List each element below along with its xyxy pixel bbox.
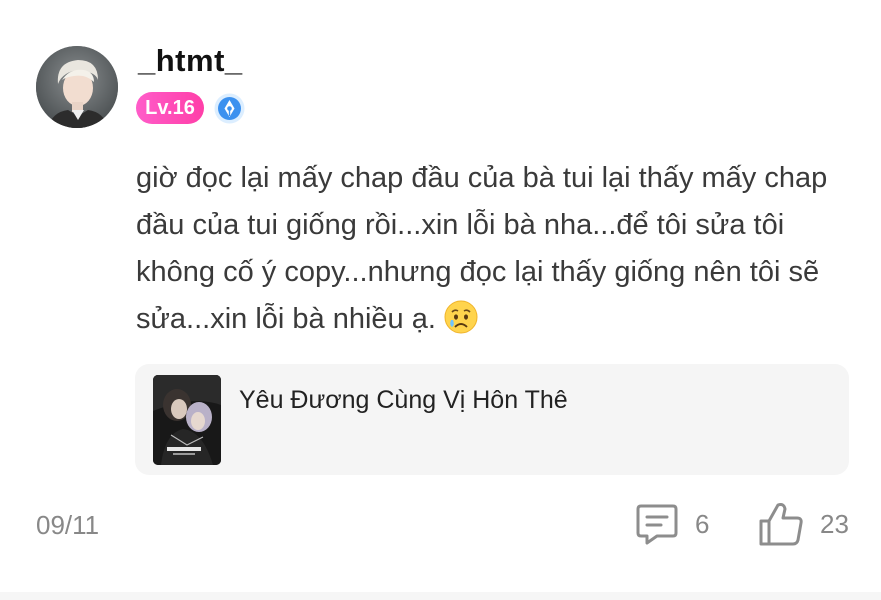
thumbs-up-icon bbox=[756, 499, 806, 549]
comment-icon bbox=[633, 500, 681, 548]
book-title[interactable]: Yêu Đương Cùng Vị Hôn Thê bbox=[239, 386, 568, 415]
comment-body: giờ đọc lại mấy chap đầu của bà tui lại … bbox=[136, 162, 828, 335]
verified-writer-icon bbox=[214, 93, 245, 124]
like-count: 23 bbox=[820, 508, 849, 539]
book-cover-image[interactable] bbox=[153, 375, 221, 465]
like-button[interactable]: 23 bbox=[756, 498, 849, 550]
username[interactable]: _htmt_ bbox=[138, 43, 243, 79]
comment-count: 6 bbox=[695, 508, 710, 539]
sad-face-emoji-icon bbox=[444, 300, 478, 334]
level-badge: Lv.16 bbox=[136, 92, 204, 124]
book-card[interactable]: Yêu Đương Cùng Vị Hôn Thê bbox=[135, 364, 849, 475]
avatar[interactable] bbox=[36, 46, 118, 128]
comment-button[interactable]: 6 bbox=[633, 498, 709, 550]
comment-text: giờ đọc lại mấy chap đầu của bà tui lại … bbox=[136, 155, 856, 343]
comment-date: 09/11 bbox=[36, 510, 100, 540]
divider bbox=[0, 592, 881, 600]
